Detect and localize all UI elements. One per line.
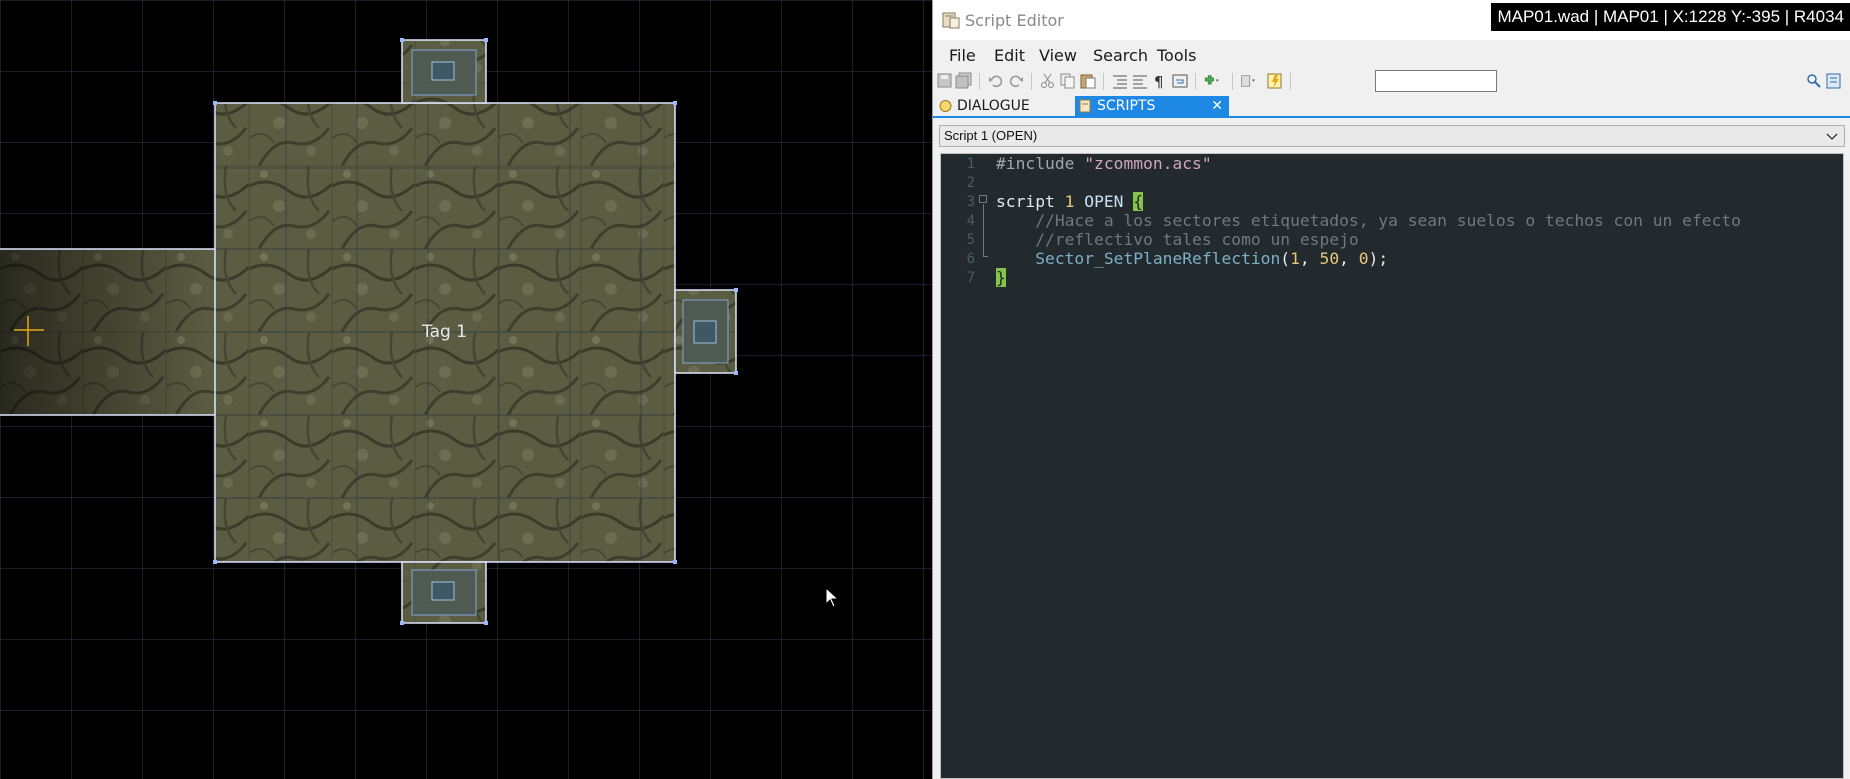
toolbar-separator bbox=[1290, 73, 1291, 90]
close-brace: } bbox=[996, 268, 1006, 287]
arg-reflect-ceiling: 0 bbox=[1358, 249, 1369, 268]
save-icon[interactable] bbox=[936, 72, 954, 90]
menu-view[interactable]: View bbox=[1039, 46, 1077, 65]
code-editor[interactable]: 1 2 3 4 5 6 7 #include "zcommon.acs" scr… bbox=[940, 153, 1844, 779]
alcove-bottom-sector[interactable] bbox=[401, 561, 487, 624]
script-editor-window: Script Editor MAP01.wad | MAP01 | X:1228… bbox=[932, 0, 1850, 779]
window-title: Script Editor bbox=[965, 11, 1064, 30]
arg-reflect-floor: 50 bbox=[1319, 249, 1340, 268]
function-name: Sector_SetPlaneReflection bbox=[1035, 249, 1281, 268]
script-selector[interactable]: Script 1 (OPEN) bbox=[939, 125, 1845, 147]
code-comment: //reflectivo tales como un espejo bbox=[1035, 230, 1359, 249]
script-settings-icon[interactable] bbox=[1825, 72, 1843, 90]
open-brace: { bbox=[1133, 192, 1144, 211]
corridor-sector[interactable] bbox=[0, 248, 215, 416]
code-line-4: //Hace a los sectores etiquetados, ya se… bbox=[996, 211, 1741, 230]
search-icon[interactable] bbox=[1805, 72, 1823, 90]
find-input[interactable] bbox=[1375, 70, 1497, 92]
preprocessor-directive: #include bbox=[996, 154, 1075, 173]
menu-bar: File Edit View Search Tools bbox=[933, 40, 1850, 70]
outdent-icon[interactable] bbox=[1131, 72, 1149, 90]
copy-icon[interactable] bbox=[1059, 72, 1077, 90]
script-editor-icon bbox=[942, 12, 960, 29]
line-number-gutter: 1 2 3 4 5 6 7 bbox=[941, 154, 981, 778]
pilcrow-icon[interactable]: ¶ bbox=[1151, 72, 1169, 90]
alcove-right-sector[interactable] bbox=[674, 289, 737, 374]
toolbar-separator bbox=[1232, 73, 1233, 90]
status-readout: MAP01.wad | MAP01 | X:1228 Y:-395 | R403… bbox=[1491, 3, 1850, 31]
paren-open: ( bbox=[1280, 249, 1291, 268]
script-type-icon[interactable] bbox=[1240, 72, 1258, 90]
script-keyword: script bbox=[996, 192, 1055, 211]
redo-icon[interactable] bbox=[1007, 72, 1025, 90]
word-wrap-icon[interactable] bbox=[1171, 72, 1189, 90]
toolbar-separator bbox=[979, 73, 980, 90]
title-bar[interactable]: Script Editor MAP01.wad | MAP01 | X:1228… bbox=[933, 0, 1850, 40]
insert-snippet-icon[interactable] bbox=[1203, 72, 1221, 90]
statement-end: ); bbox=[1368, 249, 1389, 268]
menu-search[interactable]: Search bbox=[1093, 46, 1148, 65]
compile-icon[interactable] bbox=[1266, 72, 1284, 90]
code-line-3: script 1 OPEN { bbox=[996, 192, 1144, 211]
undo-icon[interactable] bbox=[987, 72, 1005, 90]
tab-divider bbox=[933, 116, 1850, 118]
toolbar-separator bbox=[1103, 73, 1104, 90]
tab-label: DIALOGUE bbox=[957, 98, 1030, 114]
line-number: 6 bbox=[966, 251, 975, 267]
save-all-icon[interactable] bbox=[955, 72, 973, 90]
code-comment: //Hace a los sectores etiquetados, ya se… bbox=[1035, 211, 1741, 230]
chevron-down-icon bbox=[1826, 133, 1838, 140]
line-number: 1 bbox=[966, 156, 975, 172]
tab-label: SCRIPTS bbox=[1097, 98, 1156, 114]
code-line-1: #include "zcommon.acs" bbox=[996, 154, 1212, 173]
fold-guide bbox=[983, 204, 984, 256]
line-number: 7 bbox=[966, 270, 975, 286]
script-type: OPEN bbox=[1084, 192, 1124, 211]
toolbar-separator bbox=[1195, 73, 1196, 90]
menu-file[interactable]: File bbox=[949, 46, 976, 65]
arg-separator: , bbox=[1299, 249, 1320, 268]
script-number: 1 bbox=[1064, 192, 1075, 211]
code-line-5: //reflectivo tales como un espejo bbox=[996, 230, 1359, 249]
menu-tools[interactable]: Tools bbox=[1157, 46, 1196, 65]
menu-edit[interactable]: Edit bbox=[994, 46, 1025, 65]
scripts-tab-icon bbox=[1079, 99, 1091, 113]
code-line-6: Sector_SetPlaneReflection(1, 50, 0); bbox=[996, 249, 1388, 268]
paste-icon[interactable] bbox=[1079, 72, 1097, 90]
arg-tag: 1 bbox=[1290, 249, 1300, 268]
dialogue-tab-icon bbox=[939, 100, 952, 112]
fold-toggle-icon[interactable] bbox=[979, 195, 987, 203]
close-tab-icon[interactable]: ✕ bbox=[1211, 96, 1223, 116]
tab-dialogue[interactable]: DIALOGUE bbox=[935, 96, 1073, 116]
svg-text:¶: ¶ bbox=[1154, 73, 1164, 90]
alcove-top-sector[interactable] bbox=[401, 39, 487, 104]
cut-icon[interactable] bbox=[1039, 72, 1057, 90]
line-number: 5 bbox=[966, 232, 975, 248]
toolbar-separator bbox=[1031, 73, 1032, 90]
script-selector-value: Script 1 (OPEN) bbox=[944, 128, 1038, 143]
map-view[interactable]: Tag 1 bbox=[0, 0, 932, 779]
map-canvas[interactable] bbox=[0, 0, 932, 779]
arg-separator: , bbox=[1339, 249, 1359, 268]
line-number: 2 bbox=[966, 175, 975, 191]
line-number: 4 bbox=[966, 213, 975, 229]
sector-tag-label: Tag 1 bbox=[422, 322, 467, 342]
line-number: 3 bbox=[966, 194, 975, 210]
script-tabs: DIALOGUE SCRIPTS ✕ bbox=[933, 96, 1850, 116]
fold-guide bbox=[983, 256, 988, 257]
indent-icon[interactable] bbox=[1111, 72, 1129, 90]
tab-scripts[interactable]: SCRIPTS ✕ bbox=[1075, 96, 1229, 116]
include-path: "zcommon.acs" bbox=[1084, 154, 1212, 173]
code-line-7: } bbox=[996, 268, 1006, 287]
